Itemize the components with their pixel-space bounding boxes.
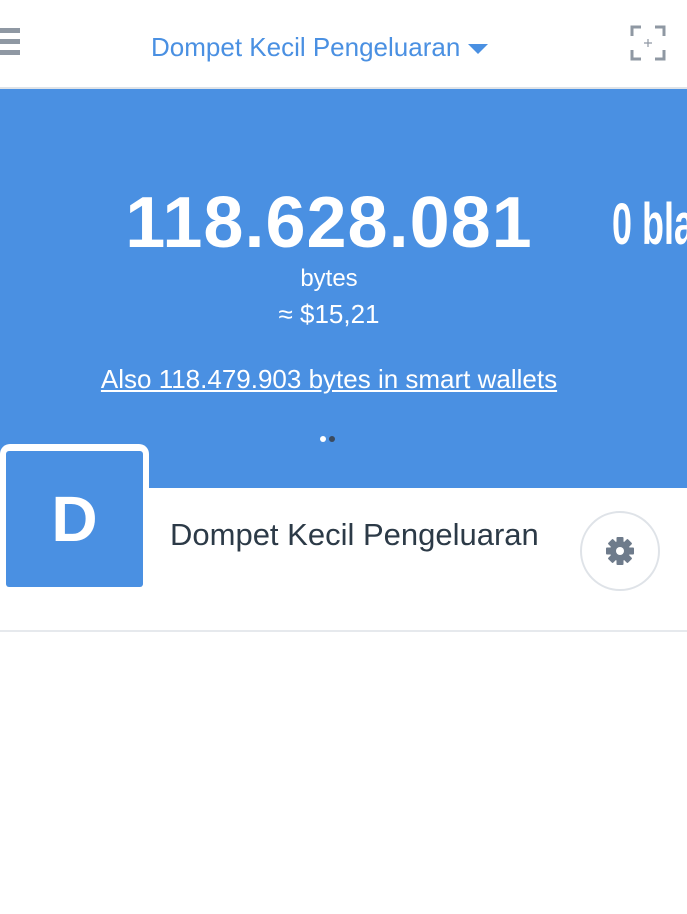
wallet-avatar: D xyxy=(6,451,143,587)
pager-dot[interactable] xyxy=(320,436,326,442)
caret-down-icon xyxy=(468,44,489,55)
blackbytes-balance-peek[interactable]: 0 black xyxy=(612,193,687,257)
balance-unit: bytes xyxy=(300,265,358,292)
smart-wallets-link[interactable]: Also 118.479.903 bytes in smart wallets xyxy=(0,364,658,395)
pager-dot[interactable] xyxy=(329,436,335,442)
wallet-avatar-frame: D xyxy=(0,444,149,592)
top-bar: Dompet Kecil Pengeluaran xyxy=(0,0,687,89)
balance-panel: 118.628.081 bytes ≈ $15,21 Also 118.479.… xyxy=(0,89,687,488)
wallet-name: Dompet Kecil Pengeluaran xyxy=(170,517,539,552)
wallet-settings-button[interactable] xyxy=(580,511,660,591)
fiat-value: ≈ $15,21 xyxy=(278,299,380,329)
qr-scan-icon[interactable] xyxy=(630,25,666,61)
hamburger-menu-icon[interactable] xyxy=(0,28,20,58)
gear-icon xyxy=(606,537,634,565)
wallet-selector-label: Dompet Kecil Pengeluaran xyxy=(151,32,461,62)
card-divider xyxy=(0,630,687,632)
slide-pager xyxy=(320,436,338,444)
wallet-selector[interactable]: Dompet Kecil Pengeluaran xyxy=(151,30,489,64)
balance-amount: 118.628.081 xyxy=(125,183,533,263)
